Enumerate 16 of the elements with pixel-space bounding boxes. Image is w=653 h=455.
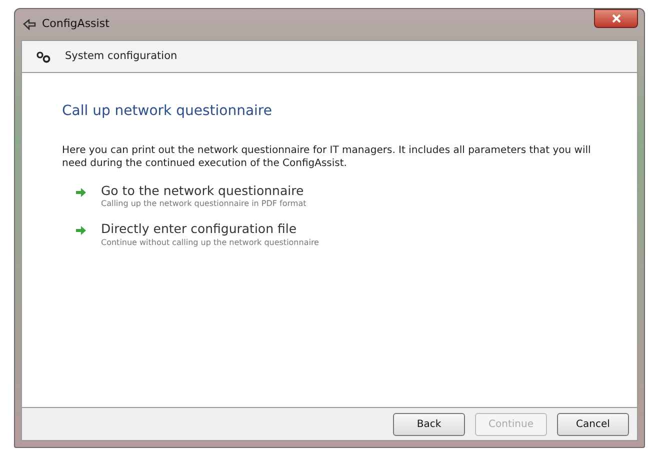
window-title: ConfigAssist (42, 16, 110, 32)
close-button[interactable] (594, 9, 638, 28)
option-description: Continue without calling up the network questionnaire (101, 236, 319, 249)
option-link[interactable]: Directly enter configuration file (101, 222, 319, 237)
close-icon (612, 14, 620, 23)
dialog-button[interactable]: Cancel (557, 412, 629, 436)
header-title: System configuration (65, 48, 178, 64)
gears-icon (36, 50, 51, 62)
page-heading: Call up network questionnaire (62, 102, 273, 121)
arrow-icon[interactable] (76, 187, 87, 198)
app-icon (23, 19, 36, 30)
arrow-icon[interactable] (76, 225, 87, 236)
description-text: Here you can print out the network questionnaire for IT managers. It includes all parameters that you will need during the continued execution of the ConfigAssist. (62, 144, 592, 170)
option-link[interactable]: Go to the network questionnaire (101, 184, 306, 198)
option-description: Calling up the network questionnaire in PDF format (101, 198, 306, 210)
dialog-button[interactable]: Back (393, 412, 465, 436)
